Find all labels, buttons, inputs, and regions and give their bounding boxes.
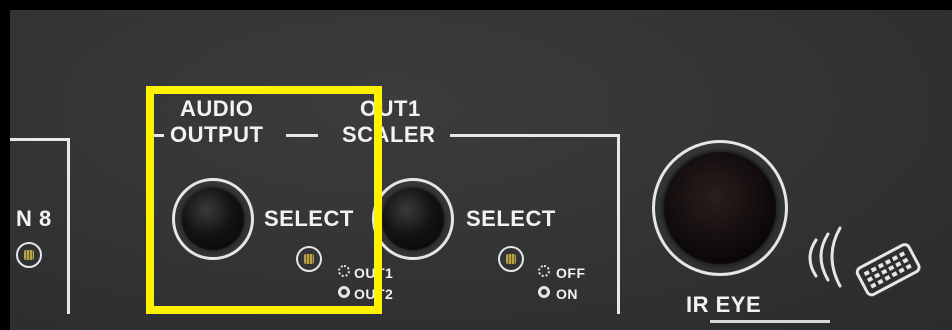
highlight-box	[146, 86, 382, 314]
scaler-led	[506, 254, 516, 264]
scaler-legend-on-icon	[538, 286, 550, 298]
scaler-legend-item2: ON	[556, 286, 578, 302]
ir-eye-sensor	[652, 140, 788, 276]
left-led-ring	[16, 242, 42, 268]
remote-control-icon	[855, 243, 921, 297]
left-section-border-right	[67, 138, 70, 314]
panel-face: N 8 AUDIO OUTPUT SELECT OUT1 OUT2 OUT1 S…	[10, 10, 952, 330]
scaler-led-ring	[498, 246, 524, 272]
ir-eye-label: IR EYE	[686, 292, 762, 317]
device-front-panel: N 8 AUDIO OUTPUT SELECT OUT1 OUT2 OUT1 S…	[0, 0, 952, 330]
left-section-label: N 8	[16, 206, 52, 231]
scaler-legend-item1: OFF	[556, 265, 586, 281]
scaler-section-border-right	[617, 134, 620, 314]
scaler-select-label: SELECT	[466, 206, 556, 231]
scaler-section-border-top	[450, 134, 620, 137]
scaler-legend-off-icon	[538, 265, 550, 277]
scaler-select-button[interactable]	[372, 178, 454, 260]
bottom-connector-edge	[710, 320, 830, 330]
left-led	[24, 250, 34, 260]
scaler-button-cap	[382, 188, 444, 250]
left-section-border-top	[10, 138, 70, 141]
ir-eye-lens	[664, 152, 776, 264]
